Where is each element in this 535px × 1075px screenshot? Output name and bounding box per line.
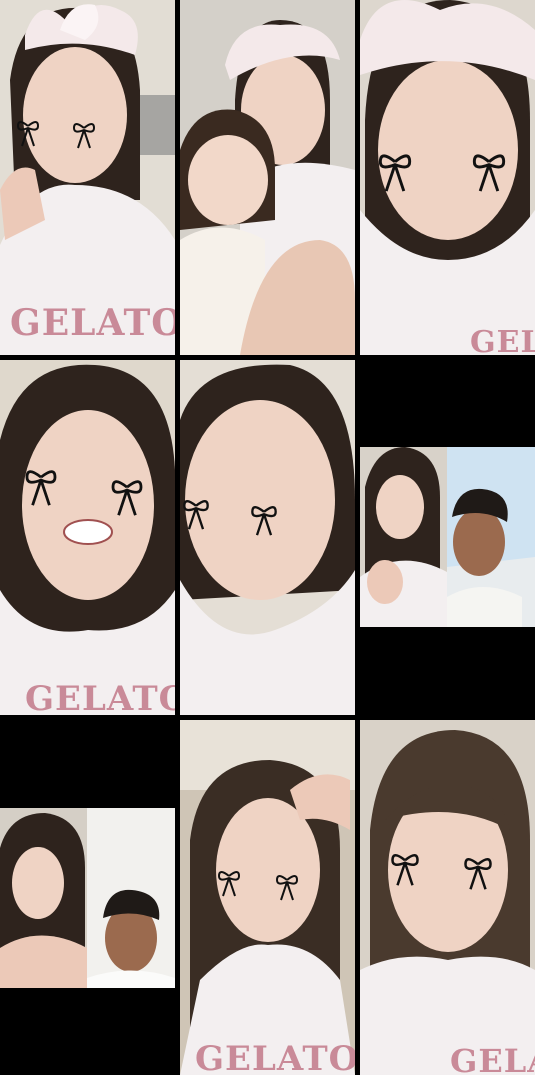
shirt-print-text: GELATO — [195, 1039, 355, 1075]
tile-6-split-call — [360, 447, 535, 627]
bow-sticker-icon — [251, 506, 277, 536]
tile-5-tilted-selfie — [180, 360, 355, 715]
bow-sticker-icon — [464, 858, 492, 890]
tile-8-hand-in-hair: GELATO — [180, 720, 355, 1075]
bow-sticker-icon — [275, 875, 299, 901]
bow-sticker-icon — [72, 123, 96, 149]
video-collage: GELATO GELATO — [0, 0, 535, 1075]
tile-1-selfie-wave: GELATO — [0, 0, 175, 355]
shirt-print-text: GELATO — [470, 325, 535, 355]
bow-sticker-icon — [472, 154, 506, 192]
bow-sticker-icon — [391, 854, 419, 886]
split-left-girl — [360, 447, 447, 627]
tile-3-closeup: GELATO — [360, 0, 535, 355]
bow-sticker-icon — [217, 871, 241, 897]
tile-4-surprised-face: GELATO — [0, 360, 175, 715]
tile-2-with-child — [180, 0, 355, 355]
shirt-print-text: GELATO — [10, 302, 175, 344]
bow-sticker-icon — [16, 121, 40, 147]
bow-sticker-icon — [111, 480, 143, 516]
split-left-girl — [0, 808, 87, 988]
bow-sticker-icon — [378, 154, 412, 192]
split-right-boy — [447, 447, 535, 627]
shirt-print-text: GELATO — [450, 1042, 535, 1075]
shirt-print-text: GELATO — [25, 679, 175, 715]
tile-9-smile: GELATO — [360, 720, 535, 1075]
bow-sticker-icon — [25, 470, 57, 506]
split-right-boy — [87, 808, 175, 988]
bow-sticker-icon — [183, 500, 209, 530]
tile-7-split-call — [0, 808, 175, 988]
